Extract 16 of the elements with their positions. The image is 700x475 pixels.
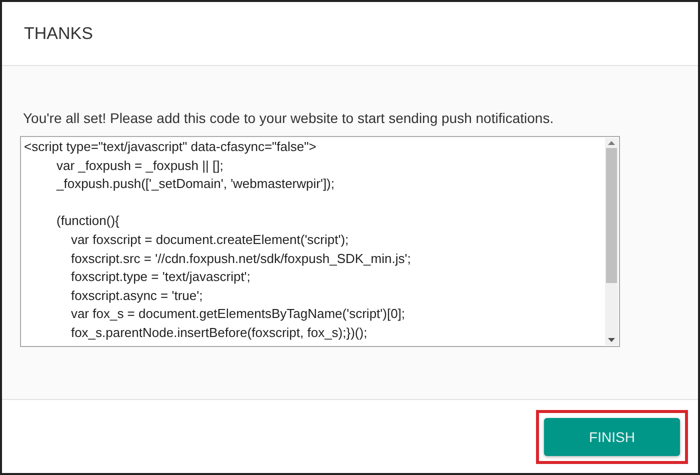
code-line: foxscript.src = '//cdn.foxpush.net/sdk/foxpush_SDK_min.js'; xyxy=(70,250,412,268)
dialog-title: THANKS xyxy=(24,24,93,44)
code-line: (function(){ xyxy=(56,212,120,230)
code-line: var foxscript = document.createElement('script'); xyxy=(70,230,350,249)
code-line: foxscript.type = 'text/javascript'; xyxy=(70,268,252,286)
code-line: fox_s.parentNode.insertBefore(foxscript, fox_s);})(); xyxy=(70,324,368,342)
instruction-text: You're all set! Please add this code to your website to start sending push notifications. xyxy=(23,110,555,126)
code-line: var fox_s = document.getElementsByTagName('script')[0]; xyxy=(70,305,406,324)
code-line: <script type="text/javascript" data-cfasync="false"> xyxy=(24,138,318,156)
code-line: var _foxpush = _foxpush || []; xyxy=(56,156,224,175)
code-line: foxscript.async = 'true'; xyxy=(70,286,204,305)
finish-button[interactable]: FINISH xyxy=(544,418,680,456)
scrollbar-thumb[interactable] xyxy=(606,148,617,283)
scrollbar[interactable] xyxy=(605,138,618,345)
code-line: _foxpush.push(['_setDomain', 'webmasterwpir']); xyxy=(55,175,336,194)
code-field[interactable] xyxy=(20,136,620,347)
